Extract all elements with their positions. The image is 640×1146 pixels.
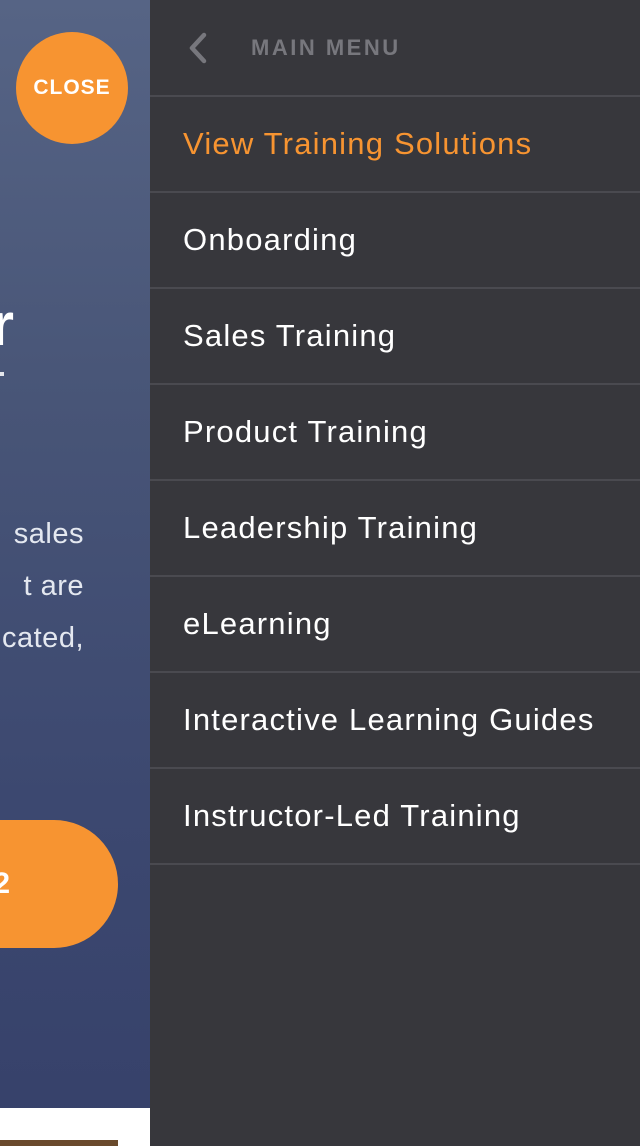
menu-item-onboarding[interactable]: Onboarding [150, 193, 640, 289]
menu-header: MAIN MENU [150, 0, 640, 97]
hero-paragraph-line: t are [23, 570, 84, 602]
hero-paragraph-fragment: sales t are cated, [0, 508, 84, 664]
hero-paragraph-line: cated, [2, 622, 84, 654]
hero-cta-button[interactable]: 2 [0, 820, 118, 948]
menu-item-elearning[interactable]: eLearning [150, 577, 640, 673]
menu-item-instructor-led-training[interactable]: Instructor-Led Training [150, 769, 640, 865]
hero-paragraph-line: sales [13, 518, 84, 550]
menu-header-title: MAIN MENU [251, 35, 401, 60]
background-page: r sales t are cated, 2 [0, 0, 150, 1146]
menu-item-interactive-learning-guides[interactable]: Interactive Learning Guides [150, 673, 640, 769]
hero-cta-label-fragment: 2 [0, 867, 10, 900]
menu-item-label: Sales Training [183, 318, 397, 353]
menu-item-label: Leadership Training [183, 510, 479, 545]
menu-item-label: Onboarding [183, 222, 358, 257]
menu-list: View Training Solutions Onboarding Sales… [150, 97, 640, 865]
hero-heading-underline [0, 372, 4, 376]
chevron-left-icon[interactable] [180, 28, 216, 68]
menu-item-sales-training[interactable]: Sales Training [150, 289, 640, 385]
next-section-image [0, 1140, 118, 1146]
menu-item-leadership-training[interactable]: Leadership Training [150, 481, 640, 577]
menu-item-label: Product Training [183, 414, 428, 449]
menu-item-product-training[interactable]: Product Training [150, 385, 640, 481]
menu-item-view-training-solutions[interactable]: View Training Solutions [150, 97, 640, 193]
menu-item-label: Interactive Learning Guides [183, 702, 595, 737]
hero-heading-fragment: r [0, 291, 14, 358]
menu-item-label: eLearning [183, 606, 332, 641]
menu-item-label: Instructor-Led Training [183, 798, 521, 833]
close-menu-button[interactable]: CLOSE [16, 32, 128, 144]
main-menu-drawer: MAIN MENU View Training Solutions Onboar… [150, 0, 640, 1146]
menu-item-label: View Training Solutions [183, 126, 533, 161]
